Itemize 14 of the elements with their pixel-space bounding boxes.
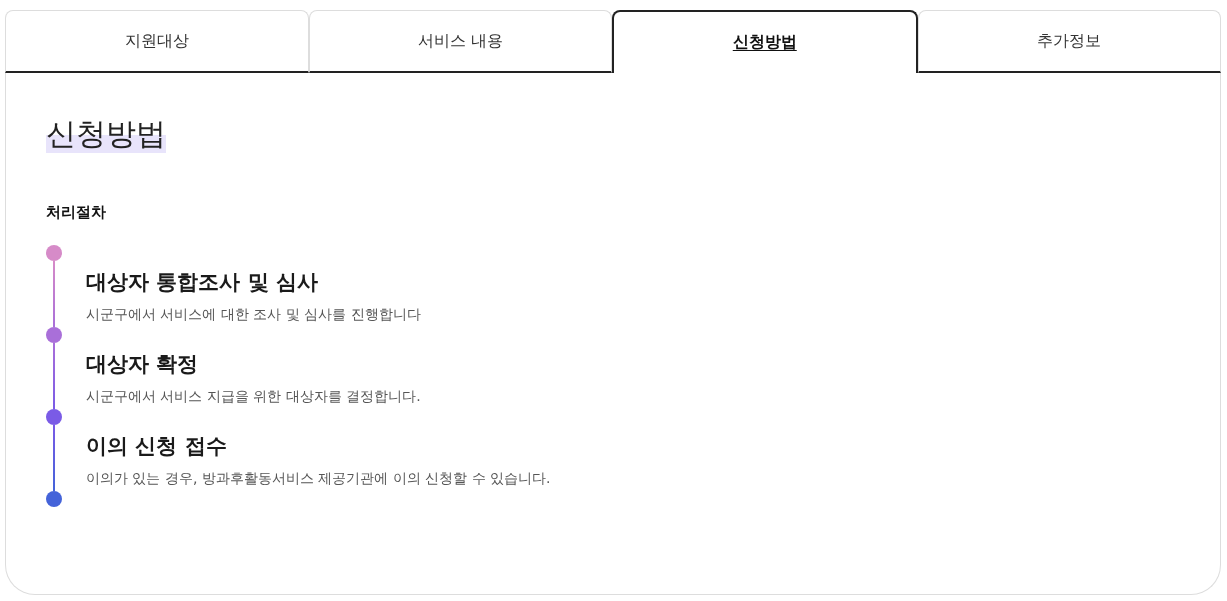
timeline-connector bbox=[53, 425, 55, 491]
tab[interactable]: 서비스 내용 bbox=[308, 10, 612, 73]
step-title: 이의 신청 접수 bbox=[86, 433, 228, 460]
step-description: 시군구에서 서비스에 대한 조사 및 심사를 진행합니다 bbox=[86, 305, 421, 324]
timeline-connector bbox=[53, 343, 55, 409]
tab[interactable]: 추가정보 bbox=[917, 10, 1221, 73]
step-description: 시군구에서 서비스 지급을 위한 대상자를 결정합니다. bbox=[86, 387, 421, 406]
tab[interactable]: 지원대상 bbox=[5, 10, 309, 73]
step-description: 이의가 있는 경우, 방과후활동서비스 제공기관에 이의 신청할 수 있습니다. bbox=[86, 469, 551, 488]
step-title: 대상자 통합조사 및 심사 bbox=[86, 269, 319, 296]
section-subtitle: 처리절차 bbox=[46, 202, 107, 223]
step-title: 대상자 확정 bbox=[86, 351, 200, 378]
tab[interactable]: 신청방법 bbox=[612, 10, 918, 73]
timeline-connector bbox=[53, 261, 55, 327]
